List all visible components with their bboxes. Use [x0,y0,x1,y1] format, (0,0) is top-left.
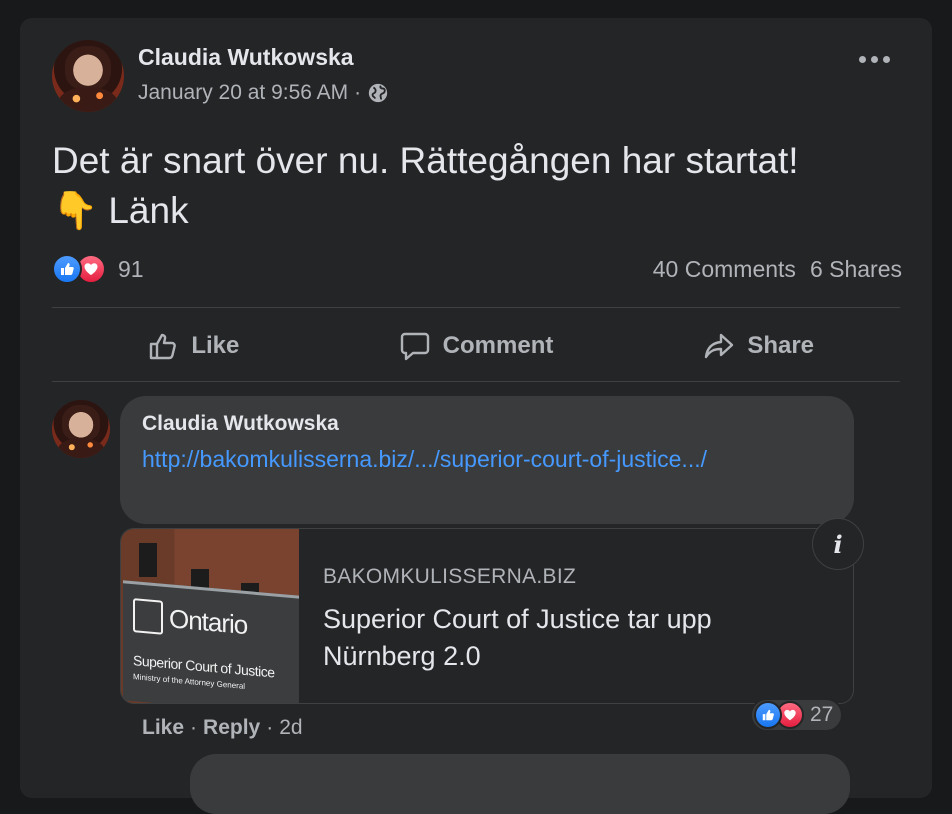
comment-label: Comment [442,332,554,359]
share-button[interactable]: Share [617,310,900,382]
post-text: Det är snart över nu. Rättegången har st… [52,136,912,236]
reaction-count: 91 [118,255,144,282]
author-name[interactable]: Claudia Wutkowska [138,44,354,71]
comment-link[interactable]: http://bakomkulisserna.biz/.../superior-… [142,442,762,477]
comment-age[interactable]: 2d [279,716,302,740]
info-icon[interactable]: i [812,518,864,570]
post-card: Claudia Wutkowska January 20 at 9:56 AM … [20,18,932,814]
post-stats: 40 Comments 6 Shares [653,256,902,283]
more-options-icon[interactable] [859,56,890,63]
share-label: Share [747,332,815,359]
commenter-avatar[interactable] [52,400,110,458]
next-comment-bubble [190,754,850,814]
reactions-summary[interactable]: 91 [52,254,144,284]
divider [52,381,900,382]
comment-button[interactable]: Comment [335,310,618,382]
comment-bubble: Claudia Wutkowska http://bakomkulisserna… [120,396,854,524]
sign-ontario-text: Ontario [169,603,248,641]
thumbs-up-icon [150,333,177,360]
comment-reply-button[interactable]: Reply [203,716,260,740]
post-text-line1: Det är snart över nu. Rättegången har st… [52,140,799,181]
author-avatar[interactable] [52,40,124,112]
globe-icon [368,83,388,103]
post-text-line2: Länk [108,190,189,231]
comment-icon [400,332,429,361]
comment-reaction-count: 27 [810,703,834,726]
meta-separator: · [354,81,362,104]
post-actions: Like Comment Share [52,310,900,382]
comment-action-separator: · [266,716,274,739]
ontario-sign: Ontario Superior Court of Justice Minist… [123,580,299,703]
comment-reactions[interactable]: 27 [750,698,844,732]
post-text-line2-row: 👇 Länk [52,186,912,236]
post-timestamp[interactable]: January 20 at 9:56 AM [138,81,348,105]
comment-action-separator: · [190,716,198,739]
link-preview-domain: BAKOMKULISSERNA.BIZ [323,565,577,588]
comment-actions: Like · Reply · 2d [142,716,303,740]
share-icon [705,333,734,359]
divider [52,307,900,308]
comments-count[interactable]: 40 Comments [653,256,796,283]
link-preview-title: Superior Court of Justice tar upp Nürnbe… [323,604,712,671]
like-label: Like [191,332,240,359]
post-meta: January 20 at 9:56 AM · [138,81,389,105]
like-icon [52,254,82,284]
link-preview-image: Ontario Superior Court of Justice Minist… [121,529,299,703]
comment-like-button[interactable]: Like [142,716,184,740]
comment-author[interactable]: Claudia Wutkowska [142,412,832,436]
pointing-down-emoji: 👇 [52,190,99,231]
ontario-logo-icon [133,598,163,635]
link-preview-card[interactable]: Ontario Superior Court of Justice Minist… [120,528,854,704]
shares-count[interactable]: 6 Shares [810,256,902,283]
like-icon [754,701,782,729]
like-button[interactable]: Like [52,310,335,382]
